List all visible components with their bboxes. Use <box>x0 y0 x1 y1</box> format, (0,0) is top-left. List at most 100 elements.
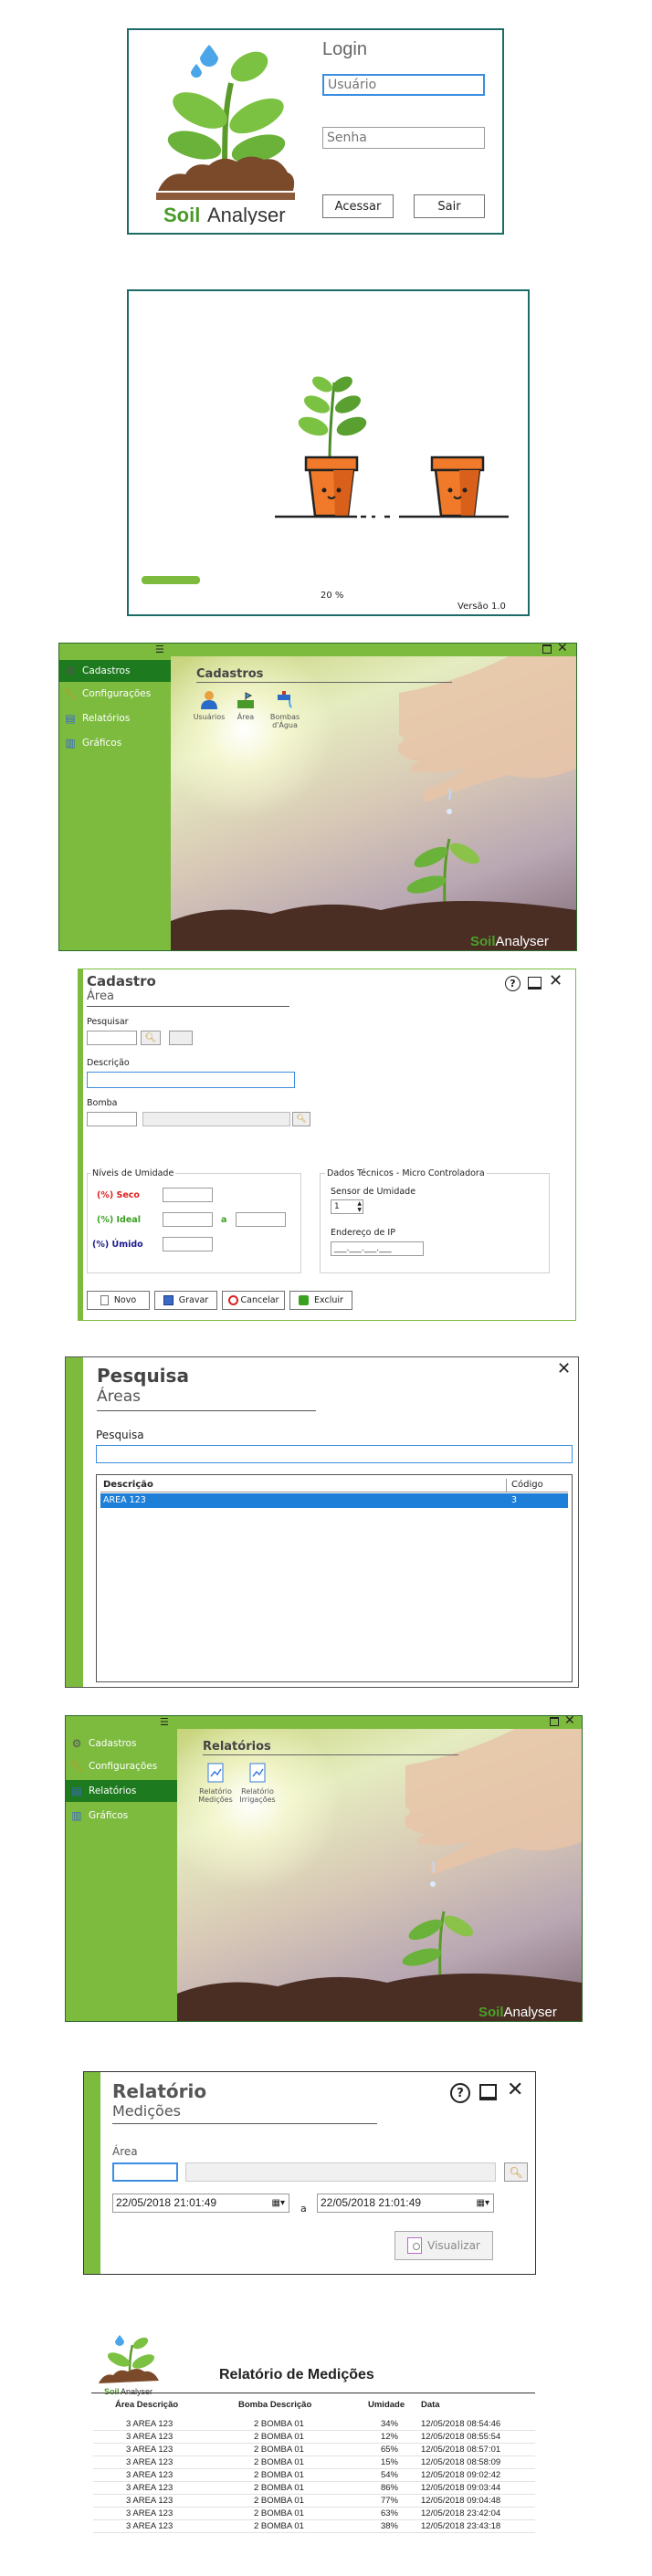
results-table: Descrição Código AREA 123 3 <box>96 1474 573 1682</box>
tile-relatorio-irrigacoes[interactable]: Relatório Irrigações <box>237 1762 278 1804</box>
description-input[interactable] <box>87 1072 295 1088</box>
calendar-dropdown-icon[interactable]: ▦▾ <box>477 2194 489 2212</box>
date-from-value: 22/05/2018 21:01:49 <box>116 2196 217 2209</box>
tile-area[interactable]: Área <box>229 689 262 721</box>
search-input[interactable] <box>96 1445 573 1463</box>
ideal-range-separator: a <box>221 1215 227 1225</box>
cell-area: 3 AREA 123 <box>126 2483 174 2493</box>
search-code-box[interactable] <box>169 1031 193 1045</box>
ideal-min-input[interactable] <box>163 1212 213 1227</box>
search-button[interactable]: 🔍︎ <box>141 1031 161 1045</box>
sidebar-item-cadastros[interactable]: ⚙ Cadastros <box>59 660 171 682</box>
chart-icon: ▥ <box>71 1809 82 1822</box>
hamburger-menu-icon[interactable]: ☰ <box>155 644 164 654</box>
close-icon[interactable]: ✕ <box>507 2079 523 2101</box>
dry-level-input[interactable] <box>163 1188 213 1202</box>
date-from-picker[interactable]: 22/05/2018 21:01:49 ▦▾ <box>112 2194 289 2213</box>
sensor-label: Sensor de Umidade <box>331 1187 416 1197</box>
report-icon: ▤ <box>65 712 76 725</box>
enter-button[interactable]: Acessar <box>322 194 394 218</box>
stepper-arrows-icon[interactable]: ▲ ▼ <box>357 1200 362 1213</box>
delete-button[interactable]: Excluir <box>289 1291 352 1310</box>
cell-date: 12/05/2018 08:54:46 <box>421 2419 501 2429</box>
row-description: AREA 123 <box>103 1495 146 1505</box>
minimize-icon[interactable] <box>479 2084 497 2100</box>
sidebar-item-relatorios[interactable]: ▤ Relatórios <box>66 1780 177 1802</box>
report-row: 3 AREA 123 2 BOMBA 01 77% 12/05/2018 09:04:… <box>93 2495 535 2508</box>
land-icon <box>237 692 254 708</box>
ip-input[interactable]: ___.___.___.___ <box>331 1241 424 1256</box>
table-row[interactable]: AREA 123 3 <box>100 1493 568 1508</box>
section-title-underline <box>203 1754 458 1755</box>
brand-analyser: Analyser <box>495 934 549 949</box>
close-icon[interactable]: ✕ <box>557 1359 571 1378</box>
tile-relatorio-medicoes[interactable]: Relatório Medições <box>195 1762 236 1804</box>
close-icon[interactable]: ✕ <box>564 1713 575 1728</box>
cell-area: 3 AREA 123 <box>126 2445 174 2455</box>
help-icon[interactable]: ? <box>450 2083 470 2103</box>
report-rows: 3 AREA 123 2 BOMBA 01 34% 12/05/2018 08:54:… <box>93 2418 535 2533</box>
sidebar-item-configuracoes[interactable]: 🔧︎ Configurações <box>66 1755 177 1777</box>
area-code-input[interactable] <box>112 2162 178 2182</box>
column-description[interactable]: Descrição <box>103 1480 153 1490</box>
version-label: Versão 1.0 <box>457 602 506 612</box>
sidebar-item-cadastros[interactable]: ⚙ Cadastros <box>66 1733 177 1754</box>
cell-humidity: 12% <box>380 2432 398 2442</box>
sensor-stepper[interactable]: 1 ▲ ▼ <box>331 1199 363 1214</box>
progress-track <box>142 576 215 584</box>
header-humidity: Umidade <box>368 2400 405 2410</box>
cancel-button[interactable]: Cancelar <box>222 1291 285 1310</box>
report-chart-icon <box>207 1763 224 1783</box>
ideal-level-label: (%) Ideal <box>97 1215 141 1225</box>
report-logo: Soil Analyser <box>99 2335 159 2396</box>
help-icon[interactable]: ? <box>505 976 521 991</box>
tile-usuarios[interactable]: Usuários <box>191 689 227 721</box>
search-input[interactable] <box>87 1031 137 1045</box>
new-button[interactable]: Novo <box>87 1291 150 1310</box>
report-icon: ▤ <box>71 1785 82 1797</box>
pump-search-button[interactable]: 🔍︎ <box>292 1112 310 1126</box>
area-search-button[interactable]: 🔍︎ <box>504 2162 528 2182</box>
login-title: Login <box>322 39 367 59</box>
wrench-icon: 🔧︎ <box>63 687 78 700</box>
cell-date: 12/05/2018 08:55:54 <box>421 2432 501 2442</box>
save-button[interactable]: Gravar <box>154 1291 217 1310</box>
sidebar-item-configuracoes[interactable]: 🔧︎ Configurações <box>59 683 171 705</box>
date-range-separator: a <box>300 2203 307 2215</box>
cell-pump: 2 BOMBA 01 <box>254 2508 304 2518</box>
sidebar-item-graficos[interactable]: ▥ Gráficos <box>59 732 171 754</box>
cell-date: 12/05/2018 08:58:09 <box>421 2457 501 2467</box>
cell-humidity: 15% <box>380 2457 398 2467</box>
cancel-button-label: Cancelar <box>240 1295 279 1305</box>
cell-area: 3 AREA 123 <box>126 2508 174 2518</box>
hamburger-menu-icon[interactable]: ☰ <box>160 1717 169 1727</box>
password-input[interactable] <box>322 127 485 149</box>
exit-button[interactable]: Sair <box>414 194 485 218</box>
wet-level-input[interactable] <box>163 1237 213 1251</box>
maximize-icon[interactable] <box>550 1717 559 1726</box>
gear-icon: ⚙ <box>71 1737 82 1750</box>
column-code[interactable]: Código <box>511 1480 543 1490</box>
report-header-row: Área Descrição Bomba Descrição Umidade D… <box>89 2400 537 2413</box>
view-button[interactable]: Visualizar <box>394 2231 493 2260</box>
close-icon[interactable]: ✕ <box>549 971 563 990</box>
minimize-icon[interactable] <box>528 977 542 990</box>
pump-code-input[interactable] <box>87 1112 137 1126</box>
calendar-dropdown-icon[interactable]: ▦▾ <box>272 2194 285 2212</box>
magnifier-icon: 🔍︎ <box>509 2165 523 2179</box>
progress-percent: 20 % <box>321 591 344 601</box>
ideal-max-input[interactable] <box>236 1212 286 1227</box>
close-icon[interactable]: ✕ <box>557 641 568 655</box>
maximize-icon[interactable] <box>542 644 552 654</box>
progress-fill <box>142 576 200 584</box>
dialog-title: Pesquisa <box>97 1365 189 1387</box>
report-row: 3 AREA 123 2 BOMBA 01 86% 12/05/2018 09:03:… <box>93 2482 535 2495</box>
view-button-label: Visualizar <box>427 2239 480 2252</box>
tile-bombas[interactable]: Bombas d'Água <box>262 689 308 729</box>
username-input[interactable] <box>322 74 485 96</box>
brand-analyser: Analyser <box>503 2005 557 2020</box>
water-pump-icon <box>278 691 292 708</box>
date-to-picker[interactable]: 22/05/2018 21:01:49 ▦▾ <box>317 2194 494 2213</box>
sidebar-item-graficos[interactable]: ▥ Gráficos <box>66 1805 177 1827</box>
sidebar-item-relatorios[interactable]: ▤ Relatórios <box>59 707 171 729</box>
